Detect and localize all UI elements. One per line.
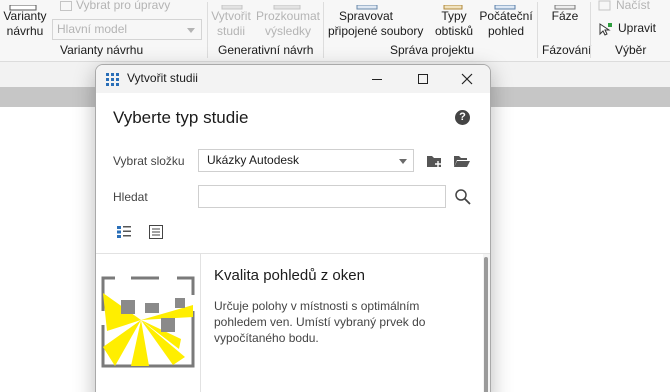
search-input[interactable] [198, 185, 446, 208]
select-for-edit-label: Vybrat pro úpravy [76, 0, 171, 12]
tile-view-icon[interactable] [117, 226, 131, 238]
design-options-group-label: Varianty návrhu [60, 43, 144, 57]
ribbon: Varianty návrhu Vybrat pro úpravy Hlavní… [0, 0, 670, 62]
separator [323, 2, 324, 58]
design-options-label-1: Varianty [3, 9, 47, 23]
edit-selection-icon [599, 22, 612, 36]
create-study-label-1: Vytvořit [211, 9, 251, 23]
manage-links-label-2: připojené soubory [328, 24, 424, 38]
phases-label: Fáze [551, 9, 579, 23]
starting-view-label-2: pohled [487, 24, 525, 38]
search-label: Hledat [113, 190, 148, 204]
maximize-button[interactable] [400, 65, 446, 93]
phasing-group-label: Fázování [542, 43, 592, 57]
generative-design-group-label: Generativní návrh [218, 43, 314, 57]
app-grid-icon [106, 73, 119, 86]
minimize-button[interactable] [354, 65, 400, 93]
dialog-title: Vytvořit studii [127, 71, 198, 85]
study-type-card[interactable]: Kvalita pohledů z oken Určuje polohy v m… [96, 254, 484, 392]
create-study-label-2: studii [216, 24, 245, 38]
separator [537, 2, 538, 58]
phases-button[interactable]: Fáze [543, 9, 587, 24]
decal-types-label-1: Typy [441, 9, 467, 23]
open-folder-icon[interactable] [453, 153, 471, 169]
explore-results-label-2: výsledky [264, 24, 311, 38]
project-management-group-label: Správa projektu [390, 43, 475, 57]
study-description: Určuje polohy v místnosti s optimálním p… [214, 299, 426, 345]
minimize-icon [372, 79, 382, 80]
design-options-label-2: návrhu [6, 24, 44, 38]
decal-types-button[interactable]: Typy obtisků [430, 9, 478, 39]
explore-results-label-1: Prozkoumat [255, 9, 321, 23]
maximize-icon [418, 74, 428, 84]
search-icon[interactable] [455, 189, 471, 205]
dialog-titlebar[interactable]: Vytvořit studii [96, 65, 490, 93]
main-model-value: Hlavní model [57, 22, 128, 36]
new-folder-icon[interactable] [426, 153, 444, 169]
study-title: Kvalita pohledů z oken [214, 267, 365, 284]
close-button[interactable] [444, 65, 490, 93]
select-for-edit-button[interactable]: Vybrat pro úpravy [60, 0, 170, 13]
load-label: Načíst [616, 0, 651, 12]
create-study-button[interactable]: Vytvořit studii [207, 9, 255, 39]
load-button[interactable]: Načíst [598, 0, 650, 13]
create-study-dialog: Vytvořit studii Vyberte typ studie ? Vyb… [95, 64, 491, 392]
manage-links-label-1: Spravovat [338, 9, 394, 23]
list-view-icon[interactable] [149, 225, 163, 239]
close-icon [461, 73, 473, 85]
chevron-down-icon [187, 28, 195, 33]
explore-results-button[interactable]: Prozkoumat výsledky [253, 9, 323, 39]
chevron-down-icon [399, 159, 407, 164]
load-icon [598, 0, 611, 11]
study-thumbnail [96, 254, 201, 392]
separator [590, 2, 591, 58]
folder-select-value: Ukázky Autodesk [207, 153, 300, 167]
decal-types-label-2: obtisků [434, 24, 474, 38]
help-icon[interactable]: ? [455, 110, 470, 125]
edit-selection-button[interactable]: Upravit [598, 21, 656, 36]
folder-select[interactable]: Ukázky Autodesk [198, 149, 414, 172]
window-view-quality-icon [101, 276, 195, 368]
folder-label: Vybrat složku [113, 154, 185, 168]
selection-group-label: Výběr [615, 43, 647, 57]
select-for-edit-icon [60, 0, 72, 11]
edit-selection-label: Upravit [618, 21, 657, 35]
design-options-button[interactable]: Varianty návrhu [3, 9, 47, 39]
manage-links-button[interactable]: Spravovat připojené soubory [328, 9, 424, 39]
starting-view-button[interactable]: Počáteční pohled [478, 9, 534, 39]
main-model-select[interactable]: Hlavní model [52, 19, 202, 40]
starting-view-label-1: Počáteční [479, 9, 533, 23]
scrollbar-thumb[interactable] [484, 257, 488, 392]
dialog-heading: Vyberte typ studie [113, 108, 249, 127]
